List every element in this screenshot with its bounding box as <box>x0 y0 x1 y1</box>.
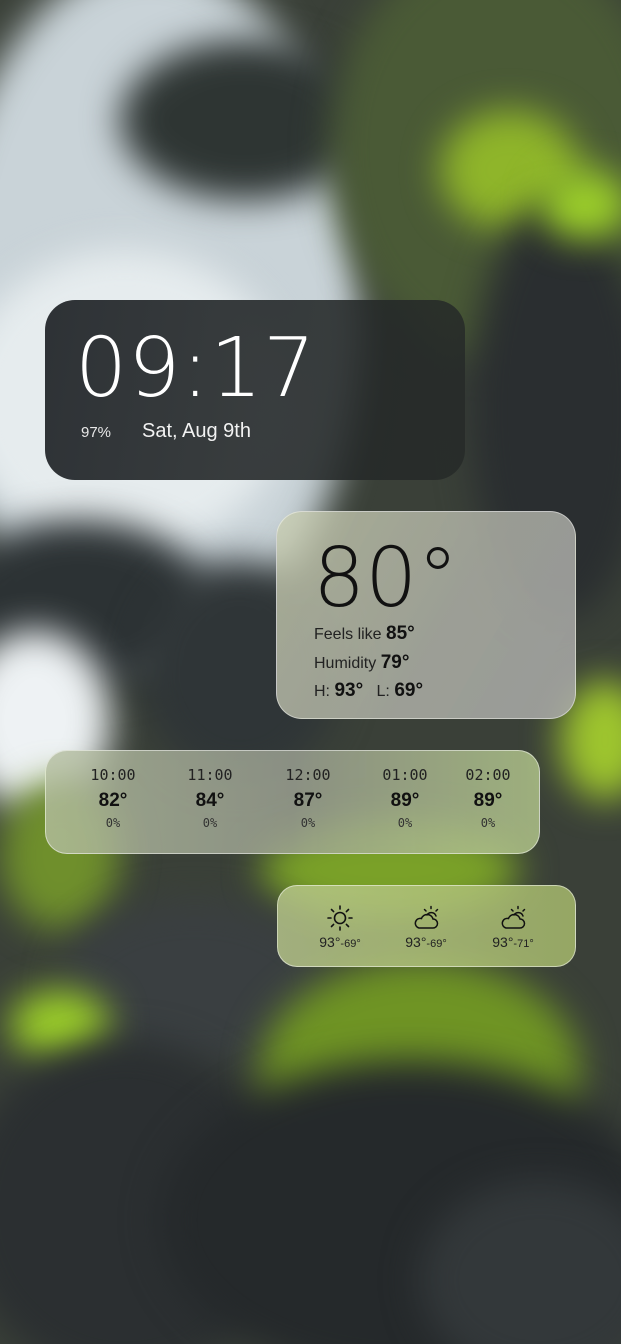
humidity-label: Humidity <box>314 655 377 672</box>
feels-like-row: Feels like 85° <box>314 623 415 645</box>
hour-precipitation: 0% <box>105 816 121 830</box>
clock-time: 09:17 <box>75 321 317 416</box>
hourly-item: 02:00 89° 0% <box>448 766 528 830</box>
humidity-row: Humidity 79° <box>314 652 409 674</box>
daily-low: -69° <box>340 938 361 950</box>
current-weather-widget[interactable]: 80° Feels like 85° Humidity 79° H: 93° L… <box>276 511 576 719</box>
daily-high: 93° <box>319 934 341 950</box>
hour-temperature: 82° <box>98 790 128 811</box>
daily-item: 93°-69° <box>386 904 466 950</box>
hour-temperature: 89° <box>473 790 503 811</box>
hour-precipitation: 0% <box>480 816 496 830</box>
hourly-item: 10:00 82° 0% <box>73 766 153 830</box>
hour-time: 11:00 <box>187 766 233 784</box>
daily-item: 93°-69° <box>300 904 380 950</box>
daily-temps: 93°-69° <box>386 934 466 950</box>
battery-level: 97% <box>81 424 112 441</box>
current-temperature: 80° <box>313 531 459 626</box>
daily-temps: 93°-69° <box>300 934 380 950</box>
feels-like-label: Feels like <box>314 626 382 643</box>
hour-precipitation: 0% <box>397 816 413 830</box>
low-value: 69° <box>394 680 424 701</box>
daily-low: -69° <box>426 938 447 950</box>
hour-time: 02:00 <box>465 766 511 784</box>
high-low-row: H: 93° L: 69° <box>314 680 423 702</box>
hourly-forecast-widget[interactable]: 10:00 82° 0% 11:00 84° 0% 12:00 87° 0% 0… <box>45 750 540 854</box>
hour-temperature: 84° <box>195 790 225 811</box>
clock-widget[interactable]: 09:17 97% Sat, Aug 9th <box>45 300 465 480</box>
hour-precipitation: 0% <box>202 816 218 830</box>
hour-time: 10:00 <box>90 766 136 784</box>
daily-high: 93° <box>492 934 514 950</box>
partly-cloudy-icon <box>501 905 526 929</box>
high-value: 93° <box>334 680 364 701</box>
humidity-value: 79° <box>380 652 410 673</box>
daily-temps: 93°-71° <box>473 934 553 950</box>
feels-like-value: 85° <box>386 623 415 644</box>
daily-high: 93° <box>405 934 427 950</box>
low-label: L: <box>376 683 390 700</box>
hourly-item: 11:00 84° 0% <box>170 766 250 830</box>
daily-forecast-widget[interactable]: 93°-69° 93°-69° 93°-71° <box>277 885 576 967</box>
hourly-item: 12:00 87° 0% <box>268 766 348 830</box>
hour-temperature: 87° <box>293 790 323 811</box>
hour-precipitation: 0% <box>300 816 316 830</box>
date-label: Sat, Aug 9th <box>142 420 251 442</box>
sun-icon <box>327 905 353 931</box>
daily-item: 93°-71° <box>473 904 553 950</box>
high-label: H: <box>314 683 330 700</box>
daily-low: -71° <box>513 938 534 950</box>
hour-time: 12:00 <box>285 766 331 784</box>
partly-cloudy-icon <box>414 905 439 929</box>
hour-temperature: 89° <box>390 790 420 811</box>
hour-time: 01:00 <box>382 766 428 784</box>
hourly-item: 01:00 89° 0% <box>365 766 445 830</box>
